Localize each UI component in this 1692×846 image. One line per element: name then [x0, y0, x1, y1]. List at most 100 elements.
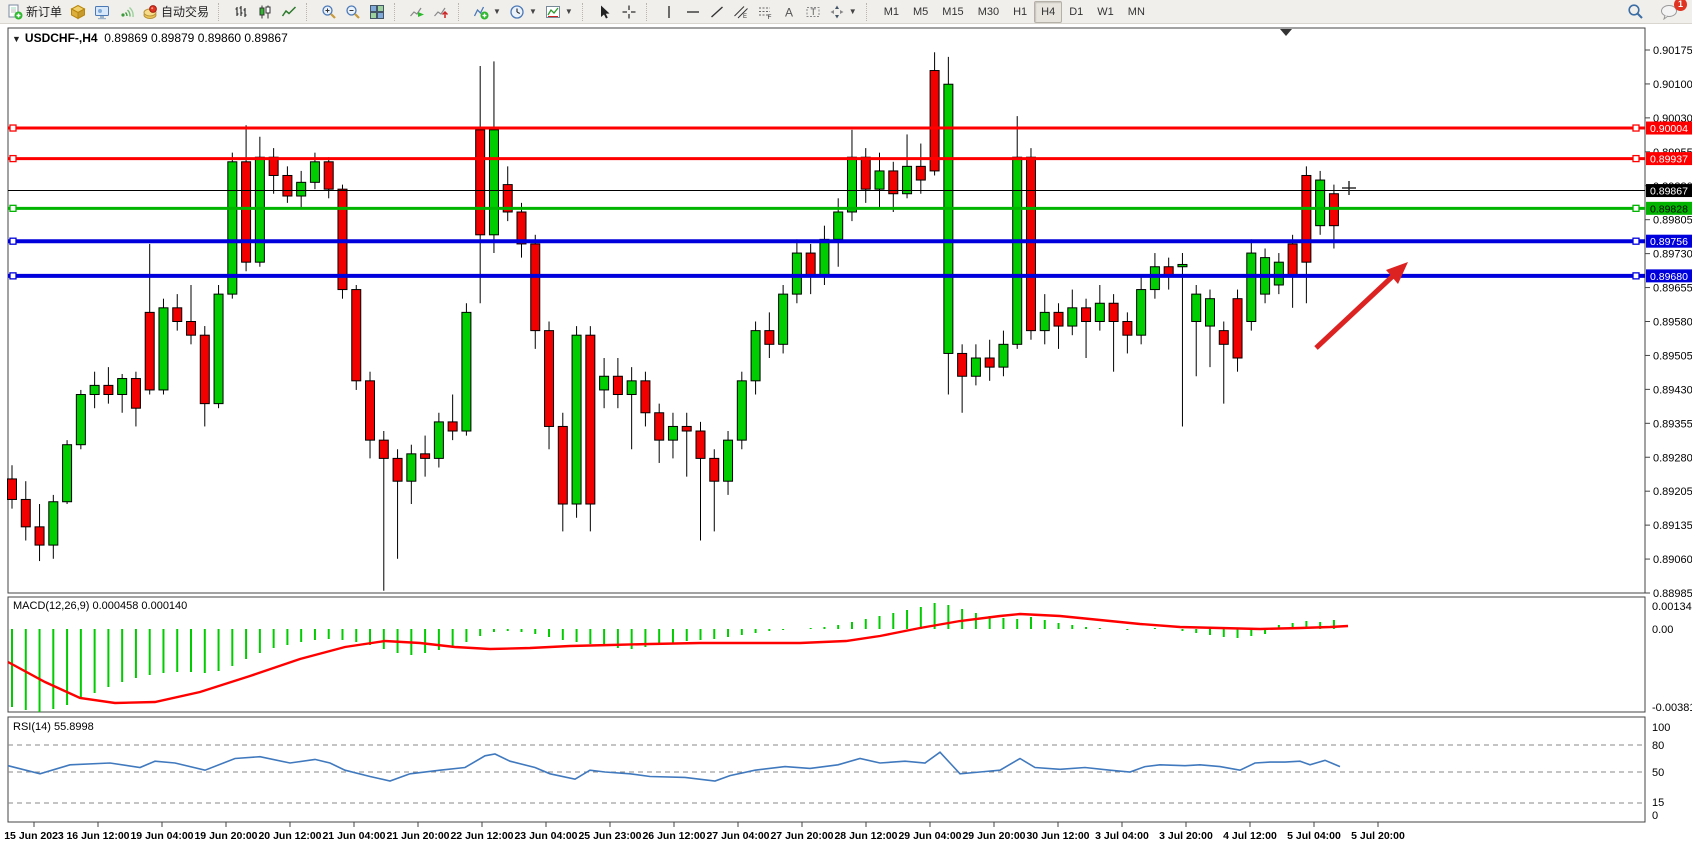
line-handle[interactable]: [1633, 156, 1639, 162]
time-tick-label: 30 Jun 12:00: [1026, 830, 1089, 842]
svg-text:A: A: [785, 5, 793, 19]
rsi-axis-label: 100: [1652, 722, 1670, 734]
indicators-icon: [473, 4, 489, 20]
svg-text:F: F: [767, 14, 771, 20]
time-tick-label: 3 Jul 04:00: [1095, 830, 1149, 842]
candle-body: [1054, 312, 1063, 326]
text-button[interactable]: A: [777, 1, 801, 23]
chevron-down-icon: ▼: [529, 7, 537, 16]
line-handle[interactable]: [1633, 238, 1639, 244]
timeframe-button-m5[interactable]: M5: [906, 1, 935, 23]
candle-body: [944, 84, 953, 353]
axis-tick-label: 0.89430: [1653, 384, 1692, 396]
line-chart-button[interactable]: [277, 1, 301, 23]
candle-body: [641, 381, 650, 413]
main-panel[interactable]: [8, 28, 1645, 593]
zoom-in-button[interactable]: [317, 1, 341, 23]
macd-panel[interactable]: [8, 597, 1645, 712]
candle-body: [214, 294, 223, 404]
signal-button[interactable]: [114, 1, 138, 23]
candlestick-button[interactable]: [253, 1, 277, 23]
line-handle[interactable]: [1633, 273, 1639, 279]
timeframe-button-h1[interactable]: H1: [1006, 1, 1034, 23]
line-handle[interactable]: [10, 273, 16, 279]
price-tag-label: 0.89828: [1650, 203, 1688, 215]
terminal-icon: [94, 4, 110, 20]
rsi-axis-label: 80: [1652, 740, 1664, 752]
rsi-axis-label: 0: [1652, 810, 1658, 822]
candle-body: [820, 239, 829, 276]
symbol-period: USDCHF-,H4: [25, 31, 98, 45]
channel-button[interactable]: E: [729, 1, 753, 23]
timeframe-button-w1[interactable]: W1: [1090, 1, 1121, 23]
terminal-button[interactable]: [90, 1, 114, 23]
periods-button[interactable]: ▼: [505, 1, 541, 23]
cube-button[interactable]: [66, 1, 90, 23]
crosshair-button[interactable]: [617, 1, 641, 23]
candle-body: [668, 426, 677, 440]
price-axis[interactable]: 0.901750.901000.900300.899550.898800.898…: [1645, 45, 1692, 822]
tile-windows-button[interactable]: [365, 1, 389, 23]
chart-shift-button[interactable]: [429, 1, 453, 23]
arrows-button[interactable]: ▼: [825, 1, 861, 23]
vline-icon: [661, 4, 677, 20]
chart-shift-icon: [433, 4, 449, 20]
line-handle[interactable]: [1633, 205, 1639, 211]
timeframe-button-m15[interactable]: M15: [935, 1, 970, 23]
rsi-indicator-label: RSI(14) 55.8998: [13, 721, 94, 733]
chart-canvas[interactable]: 0.901750.901000.900300.899550.898800.898…: [0, 0, 1692, 846]
time-tick-label: 19 Jun 04:00: [130, 830, 193, 842]
timeframe-button-m30[interactable]: M30: [971, 1, 1006, 23]
timeframe-button-d1[interactable]: D1: [1062, 1, 1090, 23]
macd-indicator-label: MACD(12,26,9) 0.000458 0.000140: [13, 600, 187, 612]
candle-body: [737, 381, 746, 440]
autotrading-icon: [142, 4, 158, 20]
line-chart-icon: [281, 4, 297, 20]
candle-body: [682, 426, 691, 431]
candle-body: [200, 335, 209, 403]
timeframe-button-mn[interactable]: MN: [1121, 1, 1152, 23]
zoom-out-button[interactable]: [341, 1, 365, 23]
vline-button[interactable]: [657, 1, 681, 23]
new-order-label: 新订单: [26, 3, 62, 20]
candle-body: [49, 502, 58, 545]
candle-body: [985, 358, 994, 367]
line-handle[interactable]: [1633, 125, 1639, 131]
new-order-button[interactable]: 新订单: [3, 1, 66, 23]
line-handle[interactable]: [10, 156, 16, 162]
line-handle[interactable]: [10, 238, 16, 244]
templates-button[interactable]: ▼: [541, 1, 577, 23]
candle-body: [21, 499, 30, 526]
indicators-button[interactable]: ▼: [469, 1, 505, 23]
line-handle[interactable]: [10, 125, 16, 131]
candle-body: [8, 479, 17, 500]
templates-icon: [545, 4, 561, 20]
candle-body: [462, 312, 471, 431]
search-button[interactable]: [1623, 1, 1648, 23]
fibonacci-button[interactable]: F: [753, 1, 777, 23]
fibonacci-icon: F: [757, 4, 773, 20]
axis-tick-label: 0.89580: [1653, 317, 1692, 329]
autotrading-button[interactable]: 自动交易: [138, 1, 213, 23]
rsi-panel[interactable]: [8, 717, 1645, 822]
auto-scroll-button[interactable]: [405, 1, 429, 23]
toolbar-separator: [646, 3, 652, 21]
time-axis[interactable]: 15 Jun 202316 Jun 12:0019 Jun 04:0019 Ju…: [4, 822, 1405, 842]
hline-button[interactable]: [681, 1, 705, 23]
svg-text:E: E: [743, 14, 747, 20]
bar-chart-button[interactable]: [229, 1, 253, 23]
label-button[interactable]: T: [801, 1, 825, 23]
candle-body: [1026, 157, 1035, 330]
trendline-button[interactable]: [705, 1, 729, 23]
candle-body: [1247, 253, 1256, 321]
candle-body: [118, 379, 127, 395]
timeframe-button-h4[interactable]: H4: [1034, 1, 1062, 23]
chart-title[interactable]: ▼USDCHF-,H4 0.89869 0.89879 0.89860 0.89…: [12, 31, 288, 45]
chat-button[interactable]: 1: [1656, 1, 1682, 23]
timeframe-button-m1[interactable]: M1: [877, 1, 906, 23]
line-handle[interactable]: [10, 205, 16, 211]
rsi-axis-label: 50: [1652, 767, 1664, 779]
candle-body: [1123, 322, 1132, 336]
cursor-button[interactable]: [593, 1, 617, 23]
price-tag-label: 0.89756: [1650, 236, 1688, 248]
